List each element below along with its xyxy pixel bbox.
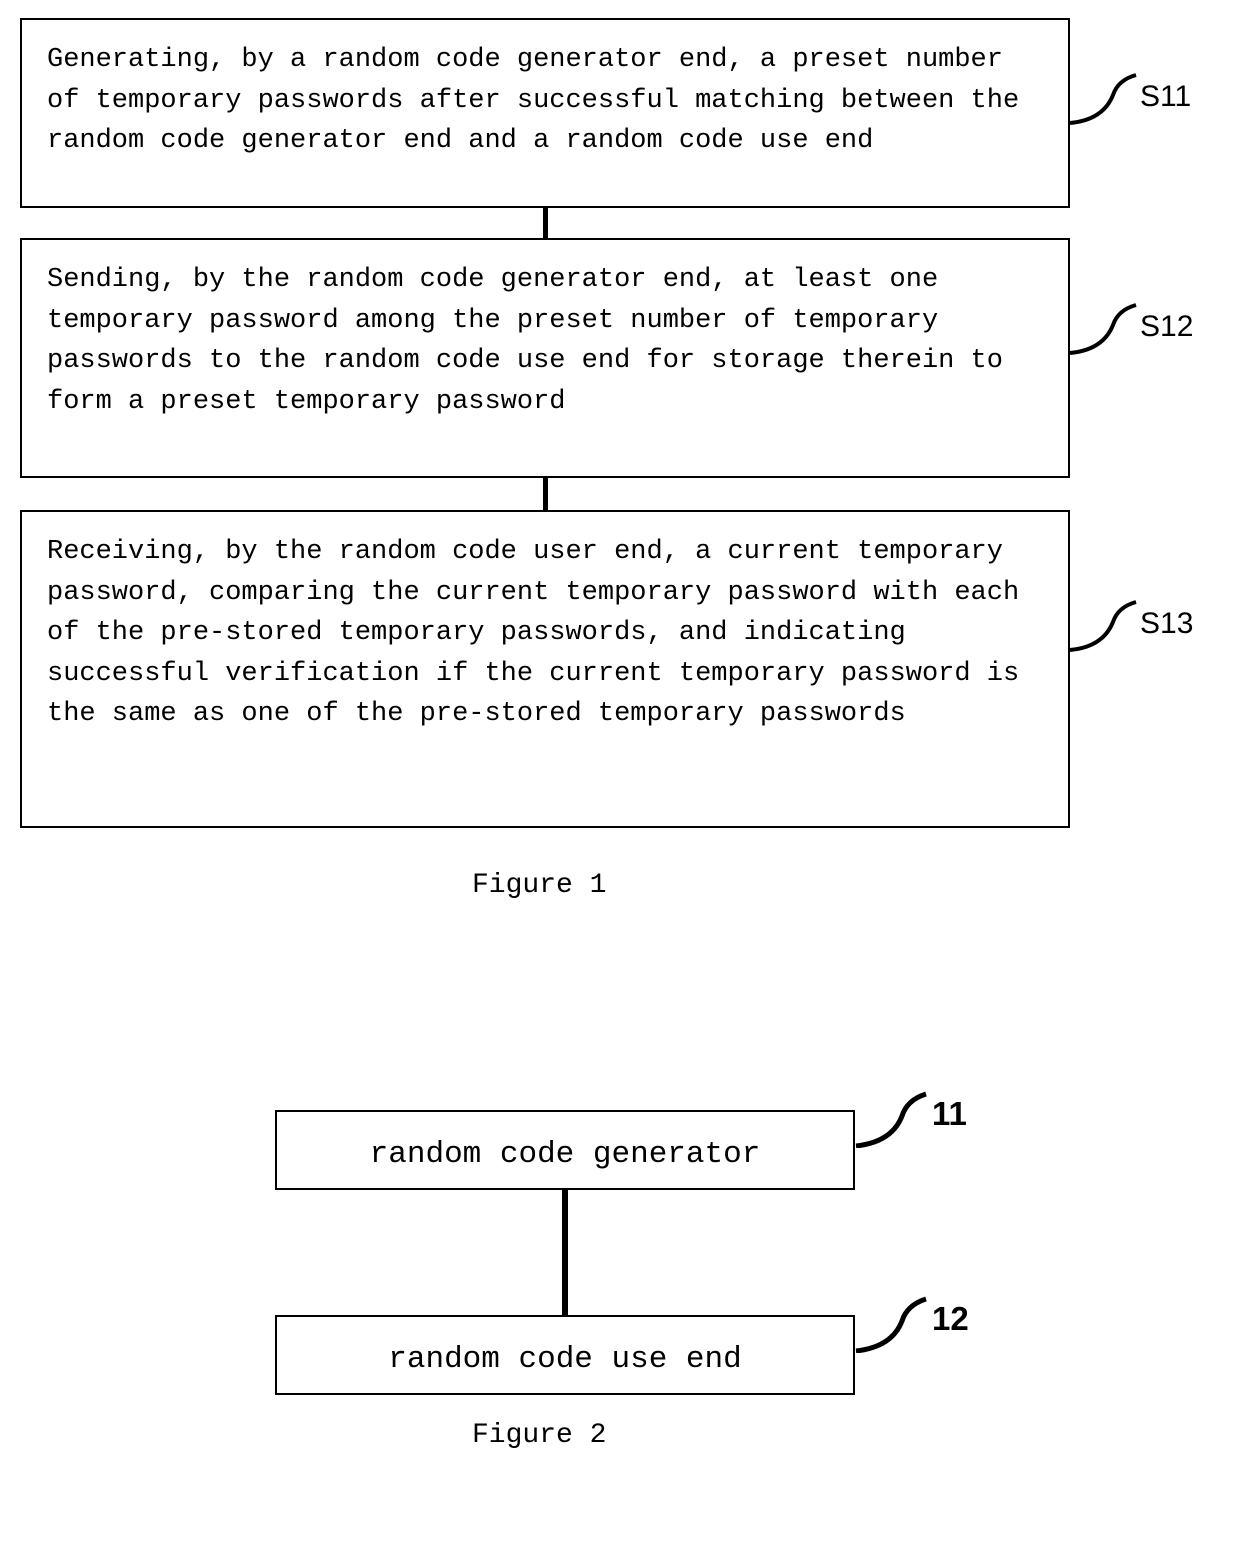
figure2-caption: Figure 2 (472, 1420, 606, 1451)
label-s12: S12 (1140, 310, 1193, 344)
callout-curve-12 (854, 1293, 929, 1353)
connector-3 (562, 1190, 568, 1315)
figure1-box-s11: Generating, by a random code generator e… (20, 18, 1070, 208)
figure2-box1-text: random code generator (370, 1137, 761, 1172)
figure1-box3-text: Receiving, by the random code user end, … (47, 537, 1019, 729)
label-s13: S13 (1140, 607, 1193, 641)
label-12: 12 (932, 1300, 969, 1338)
connector-2 (543, 478, 548, 510)
connector-1 (543, 208, 548, 238)
figure1-box-s12: Sending, by the random code generator en… (20, 238, 1070, 478)
figure1-box1-text: Generating, by a random code generator e… (47, 45, 1019, 156)
figure1-box2-text: Sending, by the random code generator en… (47, 265, 1003, 417)
figure2-box2-text: random code use end (388, 1342, 741, 1377)
label-11: 11 (932, 1095, 967, 1133)
callout-curve-s12 (1068, 300, 1138, 355)
figure1-caption: Figure 1 (472, 870, 606, 901)
callout-curve-s11 (1068, 70, 1138, 125)
label-s11: S11 (1140, 80, 1191, 114)
figure1-box-s13: Receiving, by the random code user end, … (20, 510, 1070, 828)
figure2-box-11: random code generator (275, 1110, 855, 1190)
figure2-box-12: random code use end (275, 1315, 855, 1395)
callout-curve-11 (854, 1088, 929, 1148)
callout-curve-s13 (1068, 597, 1138, 652)
